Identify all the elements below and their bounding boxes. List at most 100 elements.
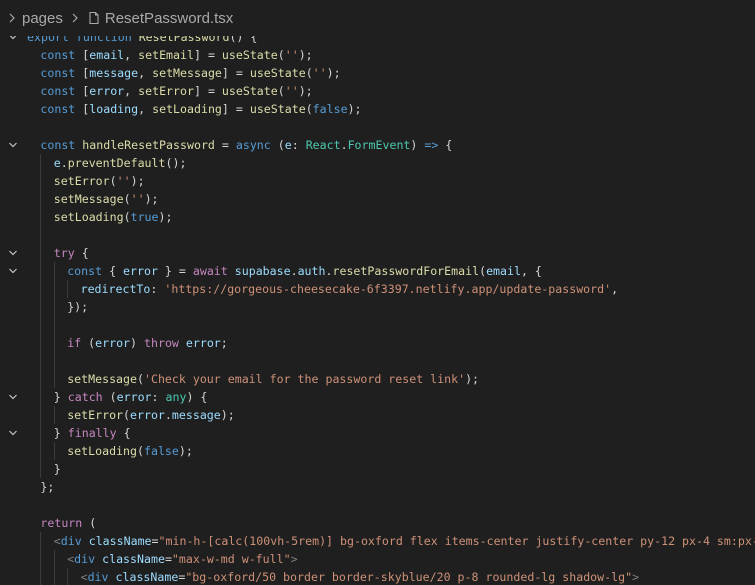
indent-guide: [53, 352, 55, 370]
code-token: );: [298, 84, 313, 98]
code-token: await: [192, 264, 228, 278]
code-token: className: [88, 534, 152, 548]
fold-chevron-icon[interactable]: [8, 392, 18, 402]
code-token: message: [89, 66, 139, 80]
code-line[interactable]: <div className="max-w-md w-full">: [0, 550, 755, 568]
code-token: setError: [53, 174, 110, 188]
code-token: (: [305, 102, 313, 116]
code-token: useState: [249, 102, 306, 116]
code-line[interactable]: }: [0, 460, 755, 478]
code-token: setError: [138, 84, 194, 98]
code-token: if: [67, 336, 82, 350]
code-line[interactable]: [0, 226, 755, 244]
code-line[interactable]: const [message, setMessage] = useState('…: [0, 64, 755, 82]
breadcrumb-folder[interactable]: pages: [22, 10, 63, 27]
code-token: :: [291, 138, 306, 152]
code-token: :: [150, 282, 165, 296]
code-token: ): [410, 138, 425, 152]
code-token: return: [40, 516, 83, 530]
fold-chevron-icon[interactable]: [8, 248, 18, 258]
code-line[interactable]: setLoading(true);: [0, 208, 755, 226]
code-line[interactable]: setMessage('Check your email for the pas…: [0, 370, 755, 388]
code-token: (: [277, 84, 285, 98]
code-token: .: [340, 138, 348, 152]
fold-chevron-icon[interactable]: [8, 428, 18, 438]
code-token: setLoading: [53, 210, 124, 224]
chevron-right-icon: [69, 12, 81, 24]
code-token: {: [74, 246, 89, 260]
code-text: } catch (error: any) {: [54, 388, 208, 406]
code-line[interactable]: redirectTo: 'https://gorgeous-cheesecake…: [0, 280, 755, 298]
indent-guide: [53, 370, 55, 388]
code-token: (: [81, 336, 96, 350]
code-token: ): [130, 336, 144, 350]
code-token: {: [116, 426, 131, 440]
indent-guide: [40, 334, 42, 352]
code-token: setEmail: [138, 48, 194, 62]
code-line[interactable]: const [loading, setLoading] = useState(f…: [0, 100, 755, 118]
code-text: redirectTo: 'https://gorgeous-cheesecake…: [81, 280, 619, 298]
code-line[interactable]: e.preventDefault();: [0, 154, 755, 172]
code-line[interactable]: setError(error.message);: [0, 406, 755, 424]
code-token: true: [130, 210, 159, 224]
code-line[interactable]: try {: [0, 244, 755, 262]
code-token: useState: [221, 48, 278, 62]
code-line[interactable]: [0, 118, 755, 136]
fold-chevron-icon[interactable]: [8, 266, 18, 276]
indent-guide: [40, 370, 42, 388]
chevron-right-icon[interactable]: [6, 12, 18, 24]
code-line[interactable]: [0, 496, 755, 514]
code-token: );: [220, 408, 235, 422]
code-token: throw: [144, 336, 179, 350]
code-text: const [email, setEmail] = useState('');: [40, 46, 312, 64]
code-token: >: [632, 570, 640, 584]
code-token: [: [75, 48, 90, 62]
code-line[interactable]: };: [0, 478, 755, 496]
code-token: try: [53, 246, 75, 260]
code-token: setMessage: [152, 66, 222, 80]
code-line[interactable]: if (error) throw error;: [0, 334, 755, 352]
code-token: const: [40, 102, 76, 116]
breadcrumb-file[interactable]: ResetPassword.tsx: [105, 10, 233, 27]
code-line[interactable]: } catch (error: any) {: [0, 388, 755, 406]
code-line[interactable]: setError('');: [0, 172, 755, 190]
code-line[interactable]: return (: [0, 514, 755, 532]
indent-guide: [40, 550, 42, 568]
indent-guide: [53, 316, 55, 334]
code-token: (: [277, 48, 285, 62]
code-token: );: [298, 48, 313, 62]
code-token: );: [347, 102, 362, 116]
code-text: const [error, setError] = useState('');: [40, 82, 312, 100]
code-line[interactable]: <div className="bg-oxford/50 border bord…: [0, 568, 755, 585]
code-line[interactable]: [0, 316, 755, 334]
indent-guide: [40, 568, 42, 585]
indent-guide: [40, 388, 42, 406]
code-token: ] =: [193, 48, 222, 62]
code-token: );: [326, 66, 341, 80]
code-line[interactable]: } finally {: [0, 424, 755, 442]
code-line[interactable]: const { error } = await supabase.auth.re…: [0, 262, 755, 280]
code-text: <div className="min-h-[calc(100vh-5rem)]…: [54, 532, 755, 550]
code-text: });: [67, 298, 88, 316]
code-line[interactable]: const handleResetPassword = async (e: Re…: [0, 136, 755, 154]
code-token: error: [185, 336, 221, 350]
code-line[interactable]: const [email, setEmail] = useState('');: [0, 46, 755, 64]
code-line[interactable]: setLoading(false);: [0, 442, 755, 460]
code-token: const: [40, 48, 76, 62]
code-token: );: [130, 174, 145, 188]
code-token: =: [214, 138, 236, 152]
code-token: ,: [138, 102, 153, 116]
code-token: >: [290, 552, 298, 566]
code-area[interactable]: export function ResetPassword() {const […: [0, 28, 755, 585]
code-line[interactable]: setMessage('');: [0, 190, 755, 208]
code-line[interactable]: });: [0, 298, 755, 316]
code-text: }: [54, 460, 61, 478]
code-line[interactable]: [0, 352, 755, 370]
code-token: (: [109, 174, 117, 188]
code-text: };: [40, 478, 54, 496]
fold-chevron-icon[interactable]: [8, 140, 18, 150]
code-line[interactable]: const [error, setError] = useState('');: [0, 82, 755, 100]
indent-guide: [53, 406, 55, 424]
code-line[interactable]: <div className="min-h-[calc(100vh-5rem)]…: [0, 532, 755, 550]
